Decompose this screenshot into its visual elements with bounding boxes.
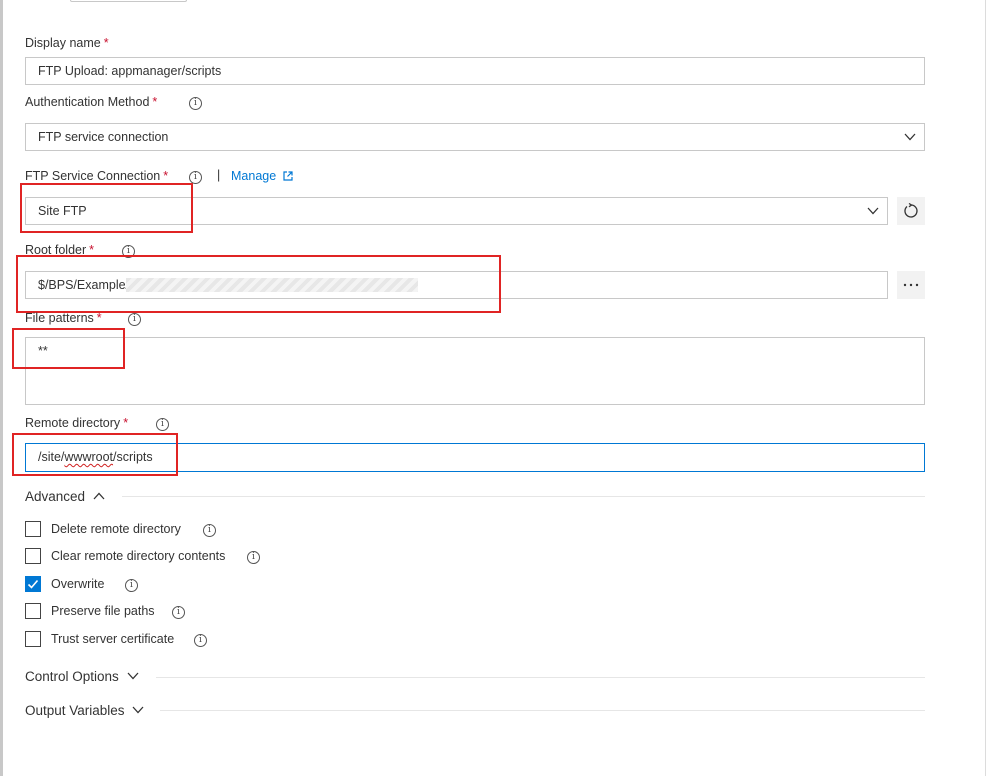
remote-directory-label-text: Remote directory [25, 416, 121, 430]
advanced-title: Advanced [25, 489, 86, 504]
checkbox[interactable] [25, 521, 41, 537]
chevron-down-icon [127, 672, 139, 680]
ftp-connection-label-text: FTP Service Connection [25, 169, 161, 183]
required-marker: * [123, 416, 129, 430]
browse-button[interactable] [897, 271, 925, 299]
chevron-up-icon [93, 492, 105, 500]
remote-directory-value-prefix: /site/ [38, 450, 65, 464]
info-icon[interactable]: i [172, 606, 185, 619]
checkmark-icon [27, 579, 39, 589]
auth-method-label: Authentication Method * [25, 95, 157, 109]
info-icon[interactable]: i [189, 97, 202, 110]
manage-link[interactable]: Manage [231, 169, 293, 183]
ellipsis-icon [903, 283, 919, 287]
auth-method-select[interactable]: FTP service connection [25, 123, 925, 151]
option-label: Overwrite [51, 577, 105, 591]
file-patterns-label: File patterns * [25, 311, 102, 325]
control-options-title: Control Options [25, 669, 119, 684]
ftp-connection-select[interactable]: Site FTP [25, 197, 888, 225]
checkbox[interactable] [25, 603, 41, 619]
option-label: Preserve file paths [51, 604, 155, 618]
info-icon[interactable]: i [156, 418, 169, 431]
required-marker: * [152, 95, 158, 109]
external-link-icon [283, 171, 293, 181]
chevron-down-icon [867, 207, 879, 215]
auth-method-value: FTP service connection [38, 130, 169, 144]
manage-link-label: Manage [231, 169, 277, 183]
file-patterns-label-text: File patterns [25, 311, 94, 325]
panel-right-border [985, 0, 986, 776]
root-folder-value: $/BPS/Example/ [38, 278, 130, 292]
info-icon[interactable]: i [128, 313, 141, 326]
root-folder-label-text: Root folder [25, 243, 87, 257]
info-icon[interactable]: i [247, 551, 260, 564]
info-icon[interactable]: i [122, 245, 135, 258]
option-label: Delete remote directory [51, 522, 181, 536]
info-icon[interactable]: i [189, 171, 202, 184]
required-marker: * [89, 243, 95, 257]
remote-directory-value-suffix: /scripts [113, 450, 153, 464]
chevron-down-icon [132, 706, 144, 714]
checkbox-checked[interactable] [25, 576, 41, 592]
checkbox[interactable] [25, 631, 41, 647]
info-icon[interactable]: i [194, 634, 207, 647]
file-patterns-value: ** [38, 344, 48, 358]
output-variables-toggle[interactable]: Output Variables [25, 703, 144, 718]
checkbox[interactable] [25, 548, 41, 564]
output-variables-title: Output Variables [25, 703, 125, 718]
display-name-label: Display name * [25, 36, 109, 50]
required-marker: * [163, 169, 169, 183]
panel-left-border [0, 0, 3, 776]
display-name-input[interactable]: FTP Upload: appmanager/scripts [25, 57, 925, 85]
chevron-down-icon [904, 133, 916, 141]
remote-directory-label: Remote directory * [25, 416, 128, 430]
ftp-connection-label: FTP Service Connection * [25, 169, 168, 183]
section-divider [122, 496, 925, 497]
auth-method-label-text: Authentication Method [25, 95, 150, 109]
advanced-section-toggle[interactable]: Advanced [25, 489, 105, 504]
redacted-path [126, 278, 418, 292]
separator: | [217, 168, 221, 182]
remote-directory-value-misspelled: wwwroot [64, 450, 114, 464]
ftp-connection-value: Site FTP [38, 204, 87, 218]
required-marker: * [96, 311, 102, 325]
option-label: Trust server certificate [51, 632, 175, 646]
display-name-value: FTP Upload: appmanager/scripts [38, 64, 222, 78]
section-divider [160, 710, 925, 711]
section-divider [156, 677, 925, 678]
control-options-toggle[interactable]: Control Options [25, 669, 139, 684]
option-label: Clear remote directory contents [51, 549, 226, 563]
required-marker: * [103, 36, 109, 50]
remote-directory-input[interactable]: /site/wwwroot/scripts [25, 443, 925, 472]
top-tab-stub [70, 0, 187, 2]
display-name-label-text: Display name [25, 36, 101, 50]
refresh-icon [904, 203, 918, 218]
root-folder-label: Root folder * [25, 243, 94, 257]
info-icon[interactable]: i [203, 524, 216, 537]
file-patterns-textarea[interactable]: ** [25, 337, 925, 405]
info-icon[interactable]: i [125, 579, 138, 592]
refresh-button[interactable] [897, 197, 925, 225]
